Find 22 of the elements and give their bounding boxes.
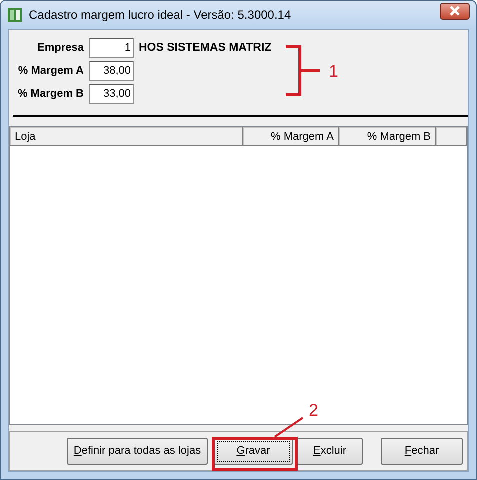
input-field[interactable]: 38,00	[89, 61, 134, 81]
app-icon	[7, 7, 23, 23]
field-label: % Margem A	[17, 65, 84, 77]
column-header[interactable]	[436, 127, 467, 146]
field-label: Empresa	[36, 42, 84, 54]
action-button[interactable]: Fechar	[381, 438, 463, 464]
company-name: HOS SISTEMAS MATRIZ	[139, 42, 273, 54]
action-button[interactable]: Excluir	[297, 438, 363, 464]
input-field[interactable]: 1	[89, 38, 134, 58]
field-label: % Margem B	[16, 88, 84, 100]
annotation-number: 2	[309, 401, 318, 421]
annotation-number: 1	[329, 62, 338, 82]
column-header[interactable]: % Margem A	[243, 127, 339, 146]
column-header[interactable]: Loja	[10, 127, 243, 146]
leader-line	[273, 416, 305, 438]
bracket-annotation	[286, 45, 322, 97]
window-title: Cadastro margem lucro ideal - Versão: 5.3000.14	[29, 8, 292, 22]
close-button[interactable]	[440, 2, 470, 20]
close-icon	[449, 6, 461, 16]
action-button[interactable]: Definir para todas as lojas	[67, 438, 208, 464]
input-field[interactable]: 33,00	[89, 84, 134, 104]
column-header[interactable]: % Margem B	[339, 127, 436, 146]
